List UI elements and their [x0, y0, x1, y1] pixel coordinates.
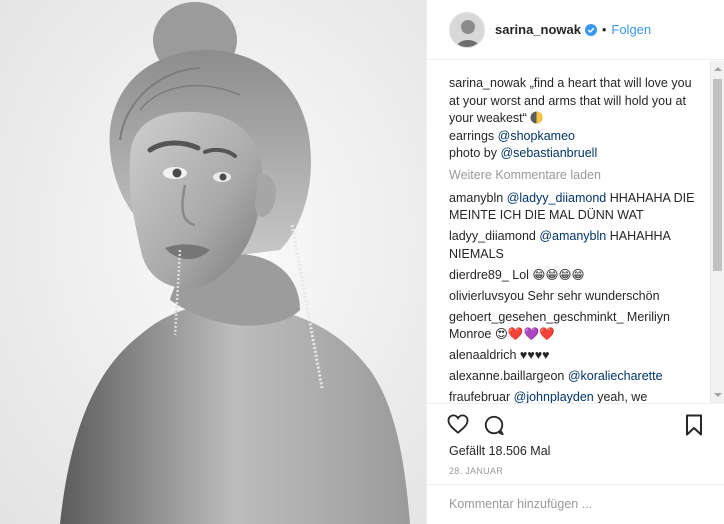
- comment-text: Lol: [512, 267, 529, 282]
- caption-photo-mention[interactable]: @sebastianbruell: [500, 146, 597, 160]
- moon-emoji-icon: [530, 111, 543, 124]
- caption: sarina_nowak „find a heart that will lov…: [449, 75, 701, 163]
- verified-badge-icon: [585, 23, 597, 36]
- caption-username[interactable]: sarina_nowak: [449, 76, 526, 90]
- scroll-up-arrow-icon[interactable]: [714, 67, 722, 71]
- caption-photo-label: photo by: [449, 146, 497, 160]
- comment-username[interactable]: alexanne.baillargeon: [449, 369, 564, 383]
- comment-text: Sehr sehr wunderschön: [527, 288, 660, 303]
- header-username[interactable]: sarina_nowak: [495, 22, 581, 37]
- post-date: 28. JANUAR: [449, 466, 504, 476]
- comment-text: yeah, we: [597, 390, 648, 403]
- post-actions: [427, 403, 724, 443]
- load-more-comments[interactable]: Weitere Kommentare laden: [449, 167, 701, 184]
- comment-item: olivierluvsyou Sehr sehr wunderschön: [449, 288, 701, 306]
- comment-item: gehoert_gesehen_geschminkt_ Meriliyn Mon…: [449, 309, 701, 344]
- comment-username[interactable]: dierdre89_: [449, 268, 509, 282]
- comment-username[interactable]: fraufebruar: [449, 390, 510, 403]
- heart-icon[interactable]: [447, 414, 469, 437]
- comment-emoji: 😁😁😁😁: [532, 267, 585, 282]
- comment-item: alexanne.baillargeon @koraliecharette: [449, 368, 701, 386]
- caption-earrings-mention[interactable]: @shopkameo: [498, 129, 575, 143]
- comment-username[interactable]: alenaaldrich: [449, 348, 516, 362]
- comment-username[interactable]: ladyy_diiamond: [449, 229, 536, 243]
- bookmark-icon[interactable]: [685, 414, 703, 439]
- comment-username[interactable]: olivierluvsyou: [449, 289, 524, 303]
- comment-item: alenaaldrich ♥♥♥♥: [449, 347, 701, 365]
- likes-count[interactable]: Gefällt 18.506 Mal: [449, 444, 550, 458]
- header-separator: •: [602, 22, 607, 37]
- comment-mention[interactable]: @ladyy_diiamond: [507, 191, 607, 205]
- caption-earrings-label: earrings: [449, 128, 495, 143]
- avatar-image: [450, 12, 484, 47]
- post-photo[interactable]: [0, 0, 426, 524]
- comment-username[interactable]: gehoert_gesehen_geschminkt_: [449, 310, 623, 324]
- comment-input[interactable]: [449, 497, 699, 511]
- comment-username[interactable]: amanybln: [449, 191, 503, 205]
- comment-mention[interactable]: @amanybln: [539, 229, 606, 243]
- comments-list: sarina_nowak „find a heart that will lov…: [427, 61, 711, 403]
- comment-item: ladyy_diiamond @amanybln HAHAHHA NIEMALS: [449, 228, 701, 263]
- comment-mention[interactable]: @koraliecharette: [568, 369, 663, 383]
- post-header: sarina_nowak • Folgen: [427, 0, 724, 60]
- post-details-panel: sarina_nowak • Folgen sarina_nowak „find…: [426, 0, 724, 524]
- comment-item: fraufebruar @johnplayden yeah, we: [449, 389, 701, 403]
- comment-mention[interactable]: @johnplayden: [514, 390, 594, 403]
- scroll-down-arrow-icon[interactable]: [714, 393, 722, 397]
- add-comment-bar: [427, 484, 724, 524]
- comment-item: dierdre89_ Lol 😁😁😁😁: [449, 267, 701, 285]
- comment-text: ♥♥♥♥: [519, 348, 550, 362]
- follow-button[interactable]: Folgen: [611, 22, 651, 37]
- comment-item: amanybln @ladyy_diiamond HHAHAHA DIE MEI…: [449, 190, 701, 225]
- scrollbar-thumb[interactable]: [713, 79, 722, 271]
- instagram-post-modal: sarina_nowak • Folgen sarina_nowak „find…: [0, 0, 724, 524]
- comments-scrollbar[interactable]: [710, 61, 724, 403]
- portrait-image: [0, 0, 426, 524]
- avatar[interactable]: [449, 11, 485, 48]
- speech-bubble-icon[interactable]: [483, 414, 505, 439]
- comment-emoji: 😍❤️💜❤️: [494, 327, 555, 341]
